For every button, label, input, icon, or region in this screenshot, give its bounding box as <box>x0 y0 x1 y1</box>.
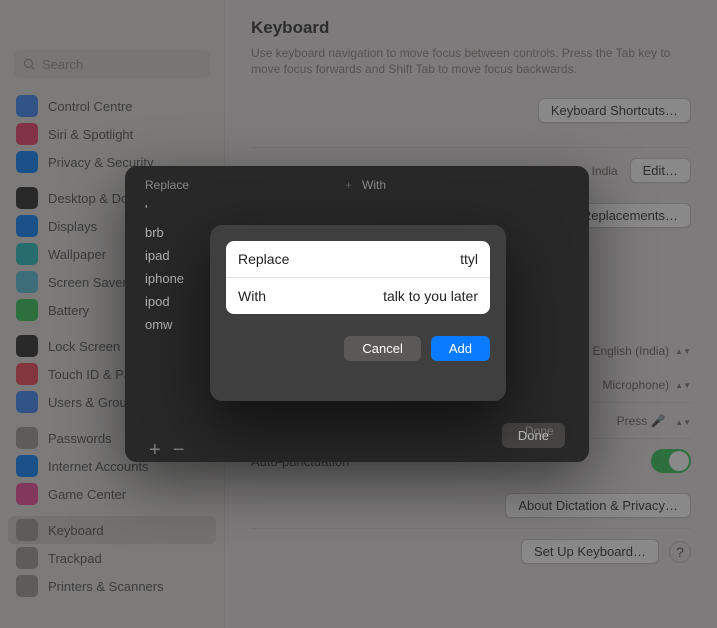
with-field-label: With <box>238 288 266 304</box>
replace-field-label: Replace <box>238 251 289 267</box>
cancel-button[interactable]: Cancel <box>344 336 420 361</box>
with-field-value[interactable]: talk to you later <box>383 288 478 304</box>
add-button[interactable]: Add <box>431 336 490 361</box>
add-replacement-dialog: Replace ttyl With talk to you later Canc… <box>210 225 506 401</box>
bg-done-label: Done <box>525 424 554 438</box>
replace-field-value[interactable]: ttyl <box>460 251 478 267</box>
